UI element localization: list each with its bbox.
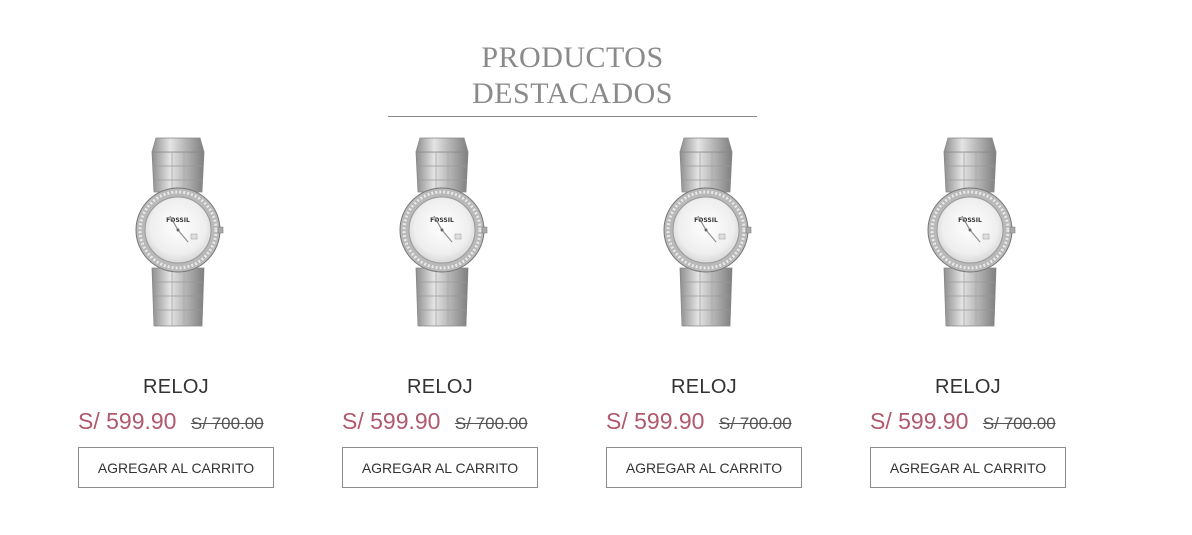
current-price: S/ 599.90 [606,408,705,434]
product-name[interactable]: RELOJ [606,376,802,399]
add-to-cart-button[interactable]: AGREGAR AL CARRITO [342,447,538,488]
svg-text:FOSSIL: FOSSIL [430,217,454,224]
watch-image[interactable]: FOSSIL [646,130,766,350]
product-card: FOSSIL RELOJ S/ 599.90 S/ 700.00 AGREGAR… [606,130,806,500]
add-to-cart-button[interactable]: AGREGAR AL CARRITO [78,447,274,488]
add-to-cart-button[interactable]: AGREGAR AL CARRITO [606,447,802,488]
price-row: S/ 599.90 S/ 700.00 [78,408,278,435]
product-card: FOSSIL RELOJ S/ 599.90 S/ 700.00 AGREGAR… [870,130,1070,500]
watch-image[interactable]: FOSSIL [118,130,238,350]
svg-text:FOSSIL: FOSSIL [694,217,718,224]
svg-text:FOSSIL: FOSSIL [166,217,190,224]
svg-text:FOSSIL: FOSSIL [958,217,982,224]
product-name[interactable]: RELOJ [78,376,274,399]
section-title: PRODUCTOS DESTACADOS [388,40,757,117]
price-row: S/ 599.90 S/ 700.00 [870,408,1070,435]
old-price: S/ 700.00 [190,414,264,433]
product-card: FOSSIL RELOJ S/ 599.90 S/ 700.00 AGREGAR… [78,130,278,500]
watch-image[interactable]: FOSSIL [910,130,1030,350]
old-price: S/ 700.00 [718,414,792,433]
current-price: S/ 599.90 [78,408,177,434]
price-row: S/ 599.90 S/ 700.00 [342,408,542,435]
section-title-text: PRODUCTOS DESTACADOS [388,40,757,117]
current-price: S/ 599.90 [342,408,441,434]
old-price: S/ 700.00 [982,414,1056,433]
current-price: S/ 599.90 [870,408,969,434]
watch-image[interactable]: FOSSIL [382,130,502,350]
add-to-cart-button[interactable]: AGREGAR AL CARRITO [870,447,1066,488]
product-card: FOSSIL RELOJ S/ 599.90 S/ 700.00 AGREGAR… [342,130,542,500]
product-name[interactable]: RELOJ [342,376,538,399]
product-name[interactable]: RELOJ [870,376,1066,399]
old-price: S/ 700.00 [454,414,528,433]
price-row: S/ 599.90 S/ 700.00 [606,408,806,435]
